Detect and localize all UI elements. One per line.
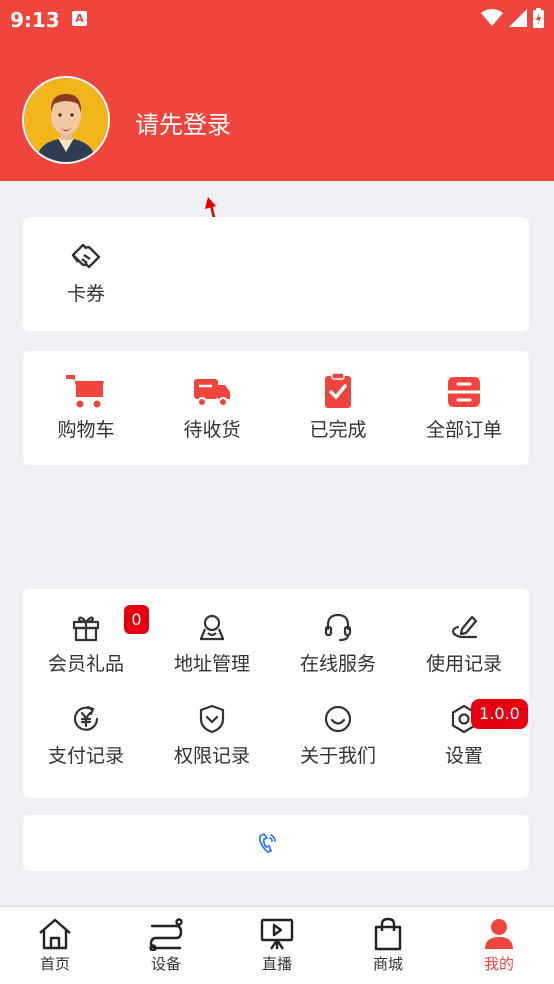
service-item-about[interactable]: 关于我们 (275, 703, 401, 768)
tab-label-device: 设备 (150, 955, 181, 973)
home-icon (39, 918, 71, 950)
signal-icon (509, 9, 527, 27)
payment-icon (73, 705, 99, 731)
headset-icon (324, 613, 352, 642)
tab-device[interactable]: 设备 (111, 907, 221, 984)
notification-icon: A (72, 11, 87, 26)
coupon-icon (71, 243, 101, 269)
order-item-completed[interactable]: 已完成 (275, 373, 401, 442)
smile-icon (324, 705, 352, 733)
version-badge: 1.0.0 (471, 699, 528, 729)
coupon-label: 卡券 (66, 283, 105, 305)
service-item-permissions[interactable]: 权限记录 (149, 703, 275, 768)
service-label-online: 在线服务 (299, 653, 376, 675)
profile-header: 9:13 A 请先登录 (0, 0, 554, 181)
contact-phone-card[interactable] (23, 815, 529, 871)
order-label-shipping: 待收货 (183, 419, 241, 441)
profile-icon (485, 919, 513, 949)
service-label-about: 关于我们 (299, 745, 376, 767)
service-label-usage: 使用记录 (425, 653, 502, 675)
coupon-card: 卡券 (23, 217, 529, 331)
service-item-address[interactable]: 地址管理 (149, 611, 275, 676)
wifi-icon (481, 9, 503, 26)
service-item-online[interactable]: 在线服务 (275, 611, 401, 676)
order-item-shipping[interactable]: 待收货 (149, 373, 275, 442)
tab-label-shop: 商城 (372, 955, 403, 973)
orders-card: 购物车 待收货 已完成 全部订单 (23, 351, 529, 465)
order-label-all: 全部订单 (425, 419, 502, 441)
gift-count-badge: 0 (124, 605, 149, 634)
tab-home[interactable]: 首页 (0, 907, 110, 984)
status-time: 9:13 (10, 8, 60, 32)
tab-label-home: 首页 (39, 955, 70, 973)
truck-icon (194, 379, 230, 407)
phone-icon (259, 833, 276, 853)
address-icon (199, 614, 225, 641)
tab-profile[interactable]: 我的 (444, 907, 554, 984)
order-list-icon (448, 377, 480, 407)
avatar[interactable] (22, 76, 110, 164)
order-item-all[interactable]: 全部订单 (401, 373, 527, 442)
service-label-address: 地址管理 (173, 653, 250, 675)
order-label-cart: 购物车 (57, 419, 115, 441)
device-icon (149, 918, 183, 951)
record-icon (452, 615, 478, 639)
cart-icon (66, 375, 104, 408)
service-label-gifts: 会员礼品 (47, 653, 124, 675)
service-label-settings: 设置 (444, 745, 483, 767)
tab-label-live: 直播 (261, 955, 292, 973)
shop-bag-icon (374, 917, 402, 951)
status-bar: 9:13 A (0, 0, 554, 38)
login-prompt[interactable]: 请先登录 (135, 105, 231, 140)
order-item-cart[interactable]: 购物车 (23, 373, 149, 442)
service-label-payments: 支付记录 (47, 745, 124, 767)
tab-shop[interactable]: 商城 (333, 907, 443, 984)
shield-icon (199, 704, 225, 734)
battery-icon (533, 8, 544, 28)
service-item-usage[interactable]: 使用记录 (401, 611, 527, 676)
coupon-item[interactable]: 卡券 (23, 239, 149, 306)
tab-live[interactable]: 直播 (222, 907, 332, 984)
tab-label-profile: 我的 (483, 955, 514, 973)
gift-icon (72, 616, 100, 642)
service-item-payments[interactable]: 支付记录 (23, 703, 149, 768)
bottom-tab-bar: 首页 设备 直播 商城 我的 (0, 906, 554, 984)
clipboard-check-icon (325, 373, 351, 408)
services-card: 会员礼品 0 地址管理 在线服务 使用记录 支付记录 权限记录 关于我们 设置 … (23, 589, 529, 798)
status-icons (481, 8, 544, 28)
live-icon (260, 918, 294, 950)
service-label-permissions: 权限记录 (173, 745, 250, 767)
order-label-completed: 已完成 (309, 419, 367, 441)
